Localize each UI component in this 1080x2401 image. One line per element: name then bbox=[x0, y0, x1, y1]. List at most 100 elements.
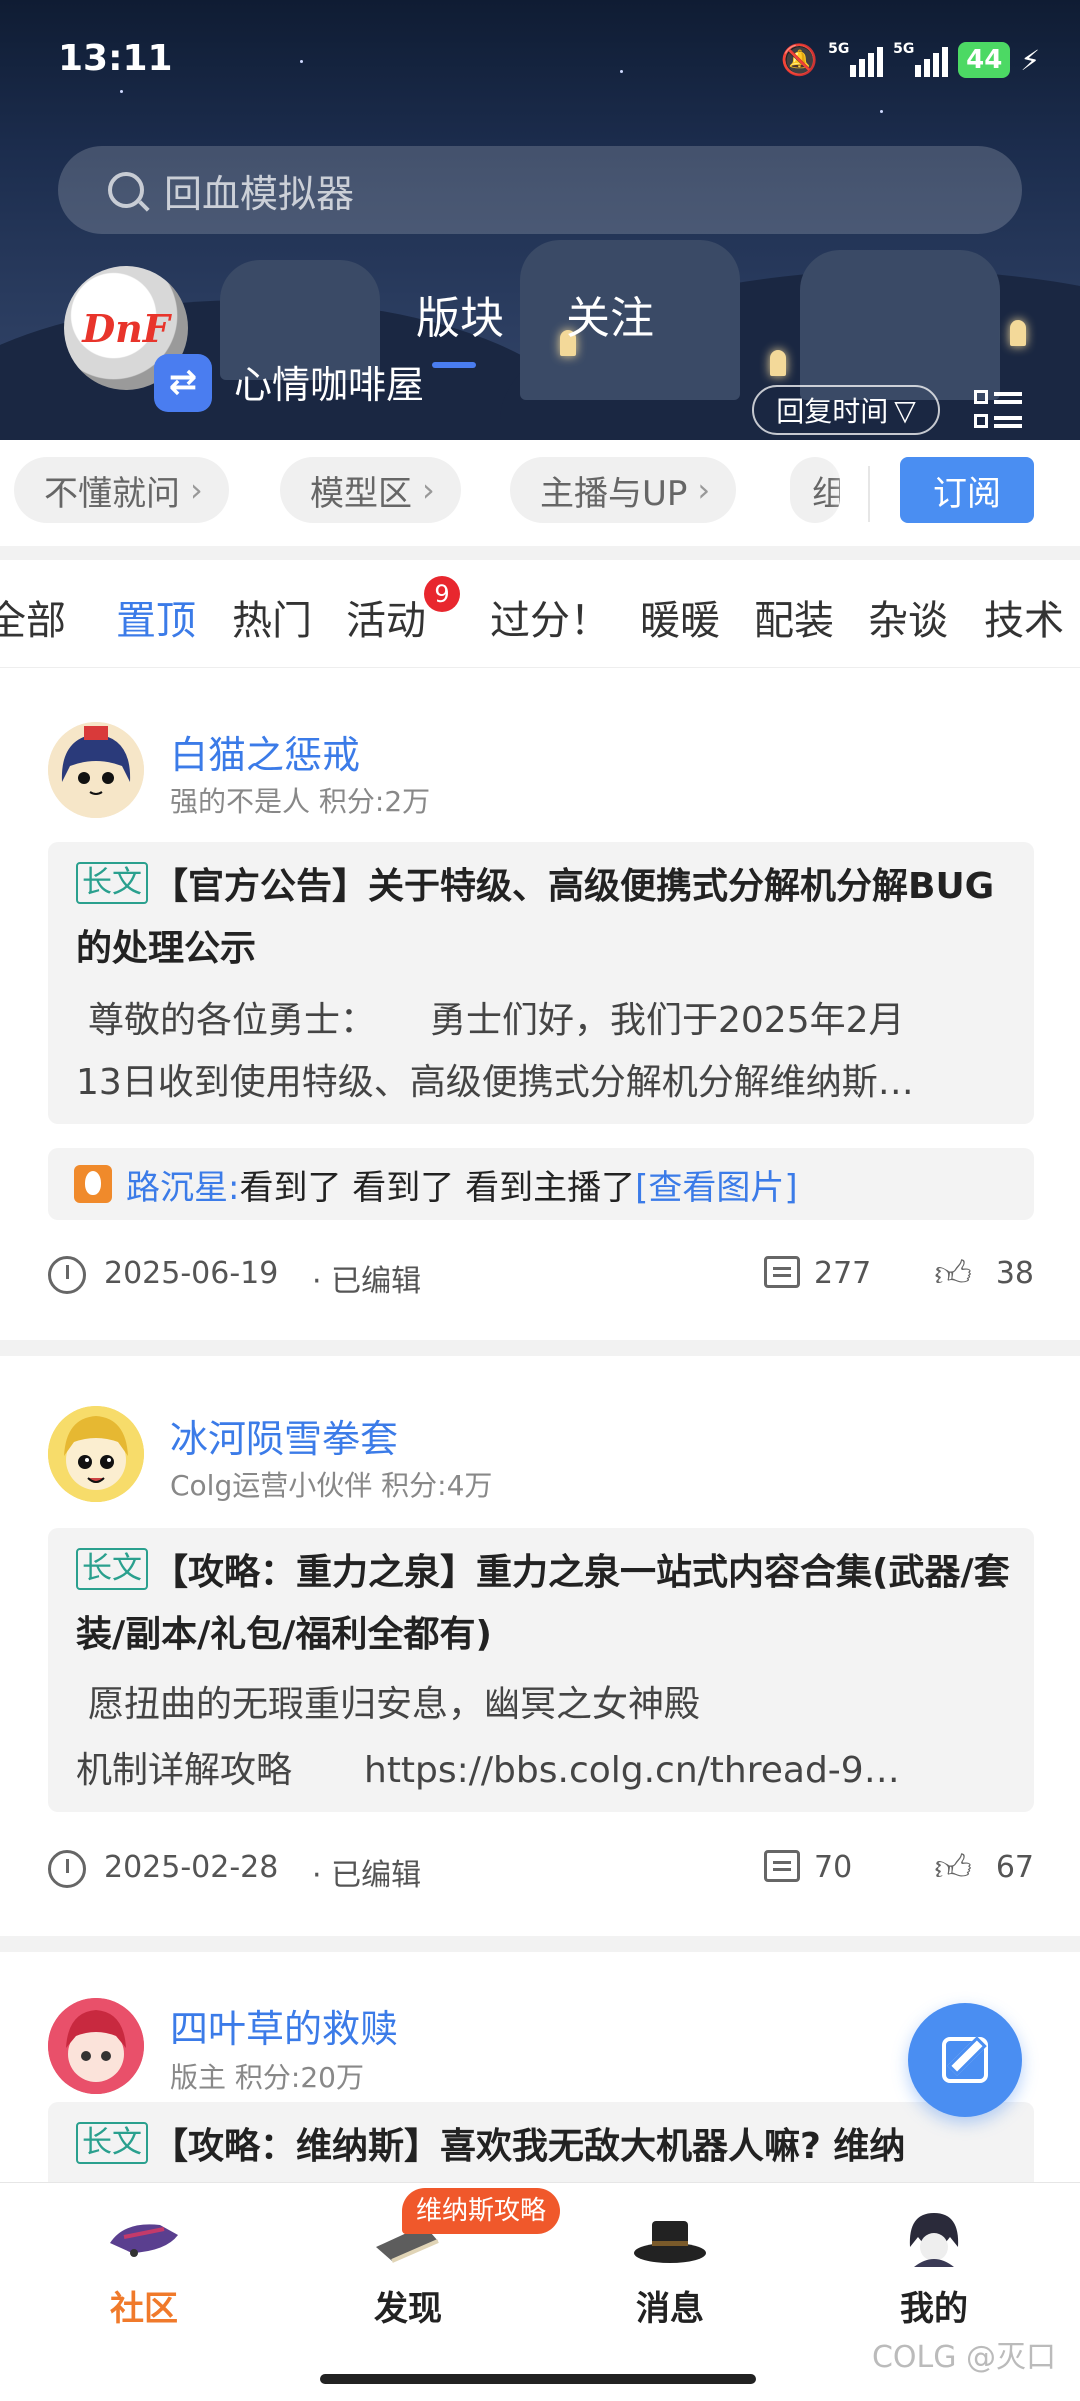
long-post-tag: 长文 bbox=[76, 862, 148, 904]
clock-icon bbox=[48, 1256, 86, 1294]
mute-icon: 🔕 bbox=[780, 42, 819, 78]
tab-follow[interactable]: 关注 bbox=[566, 282, 654, 346]
fire-icon bbox=[74, 1165, 112, 1203]
author-meta: 版主 积分:20万 bbox=[170, 2061, 364, 2094]
avatar[interactable] bbox=[48, 1998, 144, 2094]
category-pinned[interactable]: 置顶 bbox=[116, 588, 196, 646]
quick-chips-bar: 不懂就问 › 模型区 › 主播与UP › 组 订阅 bbox=[0, 440, 1080, 552]
network-type: 5G bbox=[828, 41, 850, 57]
post-date: 2025-02-28 bbox=[104, 1850, 279, 1885]
status-icons: 🔕 5G 5G 44 ⚡ bbox=[780, 41, 1040, 78]
search-icon bbox=[108, 172, 144, 208]
divider bbox=[868, 466, 870, 522]
chip-label: 模型区 bbox=[310, 473, 412, 514]
post-title: 长文 【官方公告】关于特级、高级便携式分解机分解BUG的处理公示 bbox=[76, 856, 1010, 980]
star bbox=[880, 110, 883, 113]
avatar[interactable] bbox=[48, 1406, 144, 1502]
profile-icon bbox=[894, 2207, 974, 2271]
layout-toggle-icon[interactable] bbox=[974, 388, 1022, 432]
avatar-image bbox=[48, 1998, 144, 2094]
swap-icon[interactable]: ⇄ bbox=[154, 354, 212, 412]
charging-icon: ⚡ bbox=[1020, 43, 1040, 77]
nav-label: 消息 bbox=[636, 2289, 704, 2329]
avatar-image bbox=[48, 722, 144, 818]
post-title-text: 【攻略：重力之泉】重力之泉一站式内容合集(武器/套装/副本/礼包/福利全都有) bbox=[76, 1552, 1010, 1655]
post-card[interactable]: 冰河陨雪拳套 Colg运营小伙伴 积分:4万 长文 【攻略：重力之泉】重力之泉一站… bbox=[0, 1356, 1080, 1936]
reply-user[interactable]: 路沉星: bbox=[126, 1160, 239, 1209]
view-image-link[interactable]: [查看图片] bbox=[635, 1160, 798, 1209]
author-name[interactable]: 白猫之惩戒 bbox=[170, 724, 360, 779]
nav-community[interactable]: 社区 bbox=[64, 2207, 224, 2330]
edit-icon bbox=[942, 2037, 988, 2083]
search-input[interactable]: 回血模拟器 bbox=[58, 146, 1022, 234]
status-time: 13:11 bbox=[58, 38, 173, 79]
author-name[interactable]: 四叶草的救赎 bbox=[170, 1998, 398, 2053]
comment-icon[interactable] bbox=[764, 1256, 800, 1288]
board-name[interactable]: 心情咖啡屋 bbox=[234, 354, 424, 409]
thumbs-up-icon[interactable]: 👍︎ bbox=[934, 1252, 972, 1296]
post-body[interactable]: 长文 【官方公告】关于特级、高级便携式分解机分解BUG的处理公示 尊敬的各位勇士：… bbox=[48, 842, 1034, 1124]
section-gap bbox=[0, 1340, 1080, 1356]
like-count: 38 bbox=[995, 1256, 1034, 1291]
watermark: COLG @灭口 bbox=[871, 2340, 1056, 2375]
author-meta: 强的不是人 积分:2万 bbox=[170, 785, 431, 818]
chip-ask[interactable]: 不懂就问 › bbox=[14, 457, 229, 523]
filter-icon: ▽ bbox=[894, 393, 916, 427]
chevron-right-icon: › bbox=[422, 471, 435, 509]
house-bg bbox=[800, 250, 1000, 400]
post-body[interactable]: 长文 【攻略：重力之泉】重力之泉一站式内容合集(武器/套装/副本/礼包/福利全都有… bbox=[48, 1528, 1034, 1812]
nav-label: 社区 bbox=[110, 2289, 178, 2329]
chip-model[interactable]: 模型区 › bbox=[280, 457, 461, 523]
author-name[interactable]: 冰河陨雪拳套 bbox=[170, 1408, 398, 1463]
category-events[interactable]: 活动 bbox=[346, 588, 426, 646]
like-count: 67 bbox=[995, 1850, 1034, 1885]
category-all[interactable]: 全部 bbox=[0, 588, 66, 646]
chip-streamer[interactable]: 主播与UP › bbox=[510, 457, 737, 523]
category-warm[interactable]: 暖暖 bbox=[640, 588, 720, 646]
category-builds[interactable]: 配装 bbox=[754, 588, 834, 646]
nav-label: 我的 bbox=[900, 2289, 968, 2329]
edited-label: · 已编辑 bbox=[312, 1858, 422, 1893]
sort-button[interactable]: 回复时间 ▽ bbox=[752, 385, 940, 435]
post-footer: 2025-06-19 · 已编辑 277 👍︎ 38 bbox=[48, 1252, 1034, 1302]
nav-profile[interactable]: 我的 bbox=[854, 2207, 1014, 2330]
author-meta: Colg运营小伙伴 积分:4万 bbox=[170, 1469, 493, 1502]
long-post-tag: 长文 bbox=[76, 2122, 148, 2164]
network-type: 5G bbox=[893, 41, 915, 57]
comment-icon[interactable] bbox=[764, 1850, 800, 1882]
post-card[interactable]: 白猫之惩戒 强的不是人 积分:2万 长文 【官方公告】关于特级、高级便携式分解机分… bbox=[0, 670, 1080, 1340]
search-placeholder: 回血模拟器 bbox=[164, 171, 355, 216]
category-tabs: 全部 置顶 热门 活动 过分！ 暖暖 配装 杂谈 技术 bbox=[0, 560, 1080, 668]
long-post-tag: 长文 bbox=[76, 1548, 148, 1590]
reply-text: 看到了 看到了 看到主播了 bbox=[239, 1167, 636, 1208]
category-tech[interactable]: 技术 bbox=[984, 588, 1064, 646]
home-indicator[interactable] bbox=[320, 2374, 756, 2384]
compose-button[interactable] bbox=[908, 2003, 1022, 2117]
nav-label: 发现 bbox=[374, 2289, 442, 2329]
post-title-text: 【攻略：维纳斯】喜欢我无敌大机器人嘛? 维纳 bbox=[152, 2126, 906, 2167]
post-excerpt: 尊敬的各位勇士： 勇士们好，我们于2025年2月 bbox=[88, 1000, 905, 1041]
post-body[interactable]: 长文 【攻略：维纳斯】喜欢我无敌大机器人嘛? 维纳 bbox=[48, 2102, 1034, 2182]
post-excerpt: 愿扭曲的无瑕重归安息，幽冥之女神殿 bbox=[88, 1684, 701, 1725]
comment-count: 70 bbox=[814, 1850, 853, 1885]
sort-label: 回复时间 bbox=[776, 395, 889, 428]
category-chat[interactable]: 杂谈 bbox=[868, 588, 948, 646]
discover-badge: 维纳斯攻略 bbox=[402, 2188, 561, 2234]
signal-icon: 5G bbox=[893, 41, 949, 77]
post-date: 2025-06-19 bbox=[104, 1256, 279, 1291]
thumbs-up-icon[interactable]: 👍︎ bbox=[934, 1846, 972, 1890]
post-title-text: 【官方公告】关于特级、高级便携式分解机分解BUG的处理公示 bbox=[76, 866, 995, 969]
post-footer: 2025-02-28 · 已编辑 70 👍︎ 67 bbox=[48, 1846, 1034, 1896]
star bbox=[120, 90, 123, 93]
tab-boards[interactable]: 版块 bbox=[416, 282, 504, 346]
section-gap bbox=[0, 1936, 1080, 1952]
post-title: 长文 【攻略：维纳斯】喜欢我无敌大机器人嘛? 维纳 bbox=[76, 2116, 1010, 2178]
category-over[interactable]: 过分！ bbox=[490, 588, 610, 646]
subscribe-button[interactable]: 订阅 bbox=[900, 457, 1034, 523]
avatar[interactable] bbox=[48, 722, 144, 818]
battery-level: 44 bbox=[958, 42, 1011, 78]
category-hot[interactable]: 热门 bbox=[232, 588, 312, 646]
hot-reply[interactable]: 路沉星: 看到了 看到了 看到主播了 [查看图片] bbox=[48, 1148, 1034, 1220]
nav-messages[interactable]: 消息 bbox=[590, 2207, 750, 2330]
tab-indicator bbox=[432, 362, 476, 368]
